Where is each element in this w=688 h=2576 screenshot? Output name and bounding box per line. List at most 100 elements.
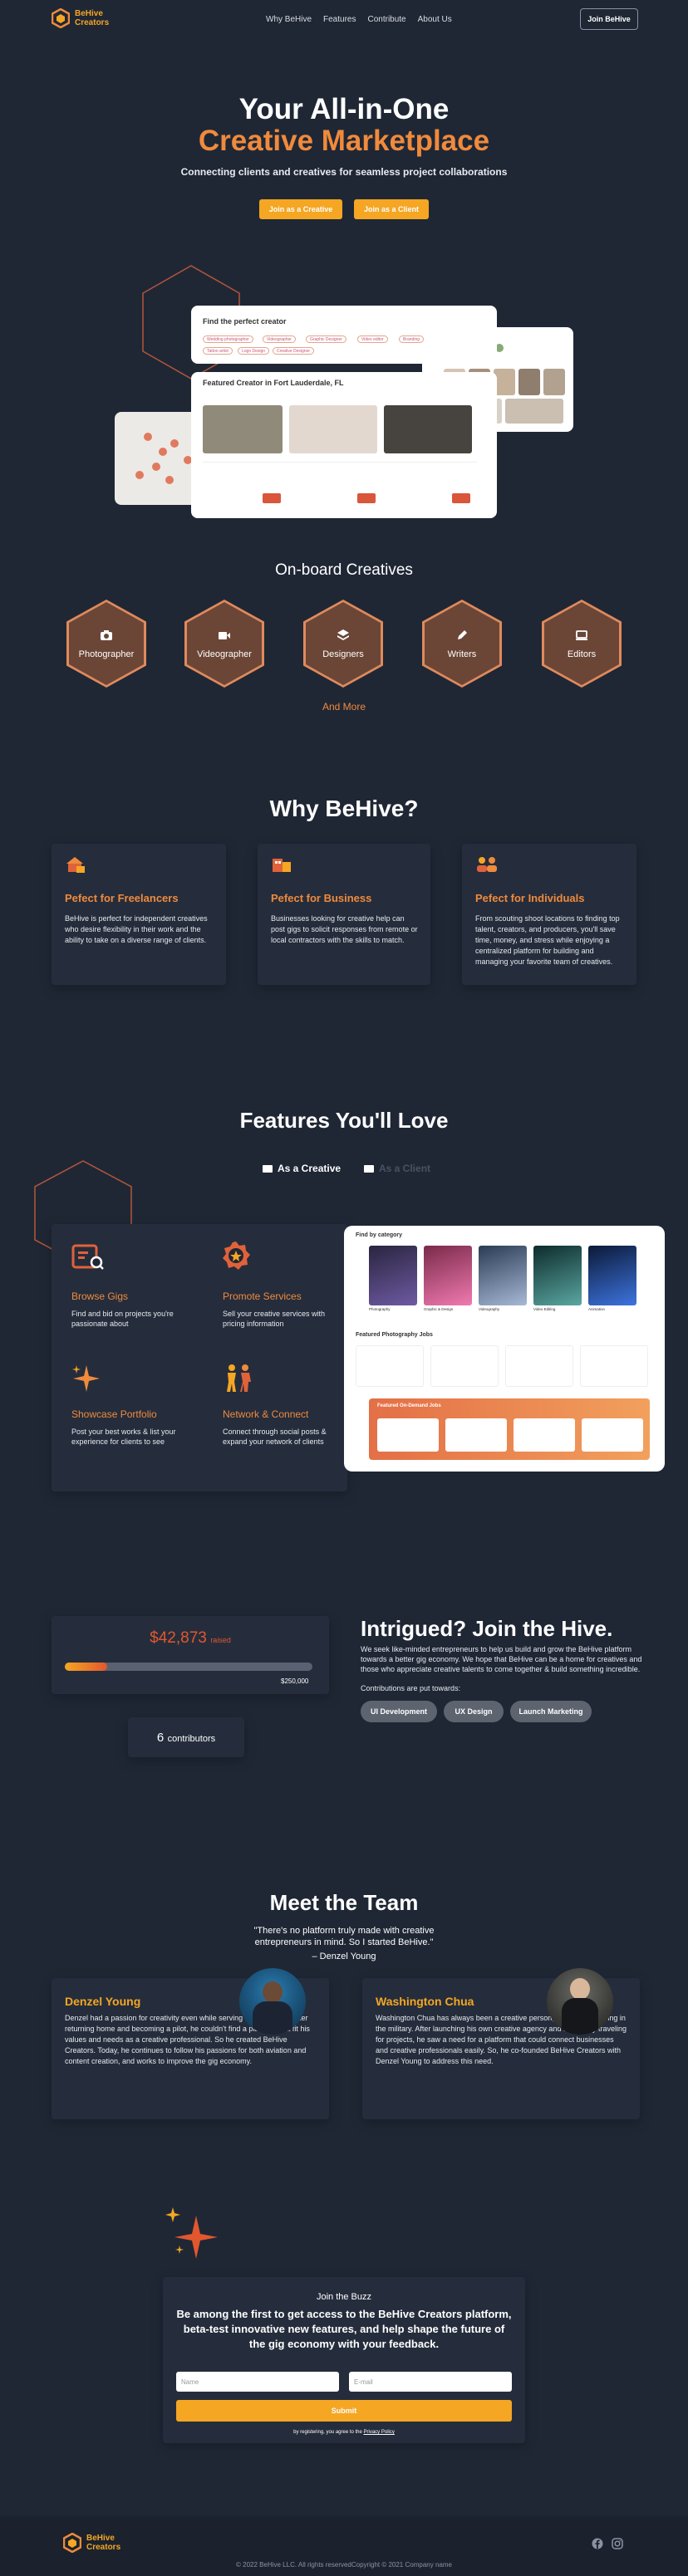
footer-brand-logo[interactable]: BeHive Creators	[63, 2533, 120, 2553]
mock-search-title: Find the perfect creator	[203, 317, 287, 326]
facebook-icon[interactable]	[592, 2538, 603, 2549]
nav-link-about[interactable]: About Us	[418, 15, 452, 24]
mock-jobs-title: Featured Photography Jobs	[356, 1332, 433, 1338]
creative-type-label: Photographer	[78, 649, 135, 659]
features-mockup: Find by category Photography Graphic & D…	[344, 1226, 665, 1472]
featured-creators-mockup: Featured Creator in Fort Lauderdale, FL	[191, 372, 497, 518]
creative-type-label: Videographer	[197, 649, 252, 659]
contributors-card: 6 contributors	[128, 1717, 244, 1757]
contributors-count: 6	[156, 1731, 165, 1745]
creative-type-editors[interactable]: Editors	[542, 600, 622, 688]
why-card-title: Pefect for Freelancers	[65, 892, 179, 904]
sparkle-icon	[165, 2207, 218, 2259]
email-input[interactable]: E-mail	[349, 2372, 512, 2392]
contributors-label: contributors	[167, 1734, 216, 1744]
pill-ui-development: UI Development	[361, 1701, 437, 1722]
tab-label: As a Client	[379, 1163, 431, 1174]
and-more-link[interactable]: And More	[0, 701, 688, 713]
layers-icon	[337, 629, 349, 640]
terms-prefix: by registering, you agree to the	[293, 2430, 362, 2435]
individuals-icon	[477, 857, 497, 872]
why-card-title: Pefect for Business	[271, 892, 372, 904]
feature-title: Browse Gigs	[71, 1290, 129, 1302]
video-icon	[219, 632, 230, 639]
creative-type-designers[interactable]: Designers	[303, 600, 383, 688]
browse-gigs-icon	[71, 1244, 104, 1270]
instagram-icon[interactable]	[612, 2538, 623, 2549]
why-card-freelancers: Pefect for Freelancers BeHive is perfect…	[52, 844, 226, 985]
chip: Video editor	[357, 335, 388, 343]
why-card-business: Pefect for Business Businesses looking f…	[258, 844, 430, 985]
monitor-icon	[576, 630, 587, 640]
why-card-text: BeHive is perfect for independent creati…	[65, 914, 208, 944]
pill-ux-design: UX Design	[444, 1701, 504, 1722]
nav-link-why[interactable]: Why BeHive	[266, 15, 312, 24]
nav-link-contribute[interactable]: Contribute	[367, 15, 405, 24]
top-nav: BeHive Creators Why BeHive Features Cont…	[0, 0, 688, 38]
freelancer-icon	[66, 857, 85, 873]
mock-category-label: Video Editing	[533, 1307, 556, 1311]
team-quote: "There's no platform truly made with cre…	[253, 1926, 435, 1947]
feature-text: Find and bid on projects you're passiona…	[71, 1310, 174, 1328]
nav-links: Why BeHive Features Contribute About Us	[266, 15, 452, 24]
goal-amount: $250,000	[281, 1677, 309, 1685]
chip: Videographer	[263, 335, 296, 343]
nav-link-features[interactable]: Features	[323, 15, 356, 24]
hero-title-line1: Your All-in-One	[238, 93, 450, 125]
pill-launch-marketing: Launch Marketing	[510, 1701, 592, 1722]
brand-logo[interactable]: BeHive Creators	[52, 8, 109, 28]
feature-title: Promote Services	[223, 1290, 302, 1302]
chip: Wedding photographer	[203, 335, 253, 343]
footer: BeHive Creators © 2022 BeHive LLC. All r…	[0, 2516, 688, 2576]
progress-fill	[65, 1663, 107, 1671]
privacy-policy-link[interactable]: Privacy Policy	[364, 2430, 395, 2435]
mock-category-label: Photography	[369, 1307, 391, 1311]
search-mockup: Find the perfect creator Wedding photogr…	[191, 306, 497, 364]
terms-text: by registering, you agree to the Privacy…	[163, 2430, 525, 2435]
mock-featured-title: Featured Creator in Fort Lauderdale, FL	[203, 379, 344, 387]
feature-title: Showcase Portfolio	[71, 1408, 157, 1420]
why-title: Why BeHive?	[269, 796, 419, 821]
creative-type-label: Editors	[567, 649, 597, 659]
banner-title: Featured On-Demand Jobs	[377, 1403, 441, 1408]
tab-as-creative[interactable]: As a Creative	[263, 1163, 341, 1174]
why-card-text: From scouting shoot locations to finding…	[475, 914, 620, 966]
submit-button[interactable]: Submit	[176, 2400, 512, 2422]
feature-text: Sell your creative services with pricing…	[223, 1310, 326, 1328]
features-title: Features You'll Love	[239, 1108, 449, 1133]
why-card-text: Businesses looking for creative help can…	[271, 914, 418, 944]
footer-brand-name: BeHive Creators	[86, 2534, 121, 2552]
buzz-card: Join the Buzz Be among the first to get …	[163, 2277, 525, 2443]
creative-type-videographer[interactable]: Videographer	[184, 600, 264, 688]
fundraise-card: $42,873 raised $250,000	[52, 1616, 329, 1694]
pencil-icon	[458, 630, 467, 639]
creative-type-writers[interactable]: Writers	[422, 600, 502, 688]
raised-amount: $42,873	[150, 1629, 207, 1647]
join-contrib-label: Contributions are put towards:	[361, 1684, 461, 1692]
business-icon	[273, 859, 291, 872]
sparkle-icon	[72, 1365, 100, 1392]
join-creative-button[interactable]: Join as a Creative	[259, 199, 342, 219]
chip: Logo Design	[238, 347, 270, 355]
tab-label: As a Creative	[278, 1163, 342, 1174]
name-input[interactable]: Name	[176, 2372, 339, 2392]
raised-amount-row: $42,873 raised	[52, 1629, 329, 1648]
hive-logo-icon	[63, 2533, 81, 2553]
progress-track	[65, 1663, 312, 1671]
feature-title: Network & Connect	[223, 1408, 309, 1420]
features-panel: Browse Gigs Find and bid on projects you…	[52, 1224, 347, 1491]
mock-category-label: Animation	[588, 1307, 606, 1311]
tab-as-client[interactable]: As a Client	[364, 1163, 430, 1174]
team-member-name: Washington Chua	[376, 1995, 474, 2008]
join-behive-button[interactable]: Join BeHive	[580, 8, 638, 30]
on-demand-banner: Featured On-Demand Jobs	[369, 1398, 650, 1460]
hero-title-line2: Creative Marketplace	[198, 125, 490, 157]
why-card-individuals: Pefect for Individuals From scouting sho…	[462, 844, 636, 985]
mock-category-label: Graphic & Design	[424, 1307, 454, 1311]
chip: Branding	[399, 335, 425, 343]
creative-type-label: Writers	[447, 649, 477, 659]
team-title: Meet the Team	[269, 1890, 419, 1915]
creative-type-photographer[interactable]: Photographer	[66, 600, 146, 688]
join-client-button[interactable]: Join as a Client	[354, 199, 429, 219]
avatar-washington	[547, 1968, 613, 2035]
